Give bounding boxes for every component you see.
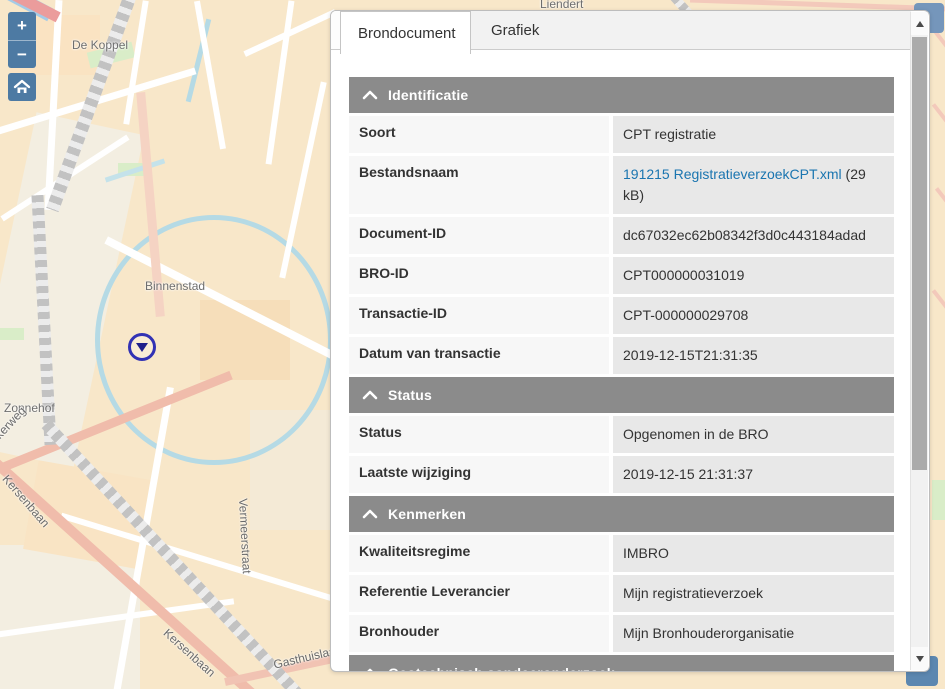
row-label: Status — [349, 416, 609, 453]
row-value: Mijn registratieverzoek — [613, 575, 894, 612]
table-row: Kwaliteitsregime IMBRO — [349, 535, 894, 572]
scroll-down-button[interactable] — [911, 647, 928, 670]
file-download-link[interactable]: 191215 RegistratieverzoekCPT.xml — [623, 166, 842, 182]
table-row: Laatste wijziging 2019-12-15 21:31:37 — [349, 456, 894, 493]
row-value: CPT-000000029708 — [613, 297, 894, 334]
row-label: Transactie-ID — [349, 297, 609, 334]
section-title: Status — [388, 387, 432, 403]
table-row: Bronhouder Mijn Bronhouderorganisatie — [349, 615, 894, 652]
row-value: IMBRO — [613, 535, 894, 572]
map-label-binnenstad: Binnenstad — [145, 279, 205, 293]
row-value: 2019-12-15T21:31:35 — [613, 337, 894, 374]
zoom-in-button[interactable]: + — [8, 12, 36, 40]
row-label: Document-ID — [349, 217, 609, 254]
chevron-up-icon — [362, 668, 378, 672]
map-park — [0, 328, 24, 340]
table-row: Document-ID dc67032ec62b08342f3d0c443184… — [349, 217, 894, 254]
row-value: Opgenomen in de BRO — [613, 416, 894, 453]
tab-strip: Brondocument Grafiek — [331, 11, 911, 50]
zoom-control: + − — [8, 12, 36, 68]
table-row: Referentie Leverancier Mijn registratiev… — [349, 575, 894, 612]
map-label-de-koppel: De Koppel — [72, 38, 128, 52]
table-row: Soort CPT registratie — [349, 116, 894, 153]
chevron-up-icon — [362, 90, 378, 100]
section-title: Identificatie — [388, 87, 468, 103]
section-header-geotechnisch-sondeeronderzoek[interactable]: Geotechnisch sondeeronderzoek — [349, 655, 894, 672]
row-label: Soort — [349, 116, 609, 153]
scroll-up-icon — [916, 21, 924, 27]
section-header-identificatie[interactable]: Identificatie — [349, 77, 894, 113]
scroll-up-button[interactable] — [911, 12, 928, 35]
tab-strip-lead — [331, 11, 340, 49]
row-value: 191215 RegistratieverzoekCPT.xml (29 kB) — [613, 156, 894, 214]
row-label: Kwaliteitsregime — [349, 535, 609, 572]
section-header-kenmerken[interactable]: Kenmerken — [349, 496, 894, 532]
row-value: CPT000000031019 — [613, 257, 894, 294]
map-road-minor — [932, 289, 945, 355]
panel-scrollbar[interactable] — [910, 12, 928, 670]
map-road-minor — [932, 103, 945, 161]
row-label: Referentie Leverancier — [349, 575, 609, 612]
map-road — [266, 0, 295, 164]
section-header-status[interactable]: Status — [349, 377, 894, 413]
map-marker[interactable] — [128, 333, 156, 361]
row-label: Datum van transactie — [349, 337, 609, 374]
zoom-out-button[interactable]: − — [8, 40, 36, 68]
row-value: Mijn Bronhouderorganisatie — [613, 615, 894, 652]
row-value: dc67032ec62b08342f3d0c443184adad — [613, 217, 894, 254]
table-row: Datum van transactie 2019-12-15T21:31:35 — [349, 337, 894, 374]
scrollbar-thumb[interactable] — [912, 37, 927, 470]
home-button[interactable] — [8, 73, 36, 101]
table-row: Status Opgenomen in de BRO — [349, 416, 894, 453]
section-title: Geotechnisch sondeeronderzoek — [388, 665, 615, 672]
tab-grafiek[interactable]: Grafiek — [471, 11, 569, 49]
map-road — [279, 82, 326, 279]
table-row: Transactie-ID CPT-000000029708 — [349, 297, 894, 334]
map-road-minor — [935, 187, 945, 237]
chevron-up-icon — [362, 390, 378, 400]
tab-brondocument[interactable]: Brondocument — [340, 11, 471, 54]
scroll-down-icon — [916, 656, 924, 662]
row-value: 2019-12-15 21:31:37 — [613, 456, 894, 493]
row-label: Laatste wijziging — [349, 456, 609, 493]
map-road-minor — [932, 28, 945, 86]
panel-content: Identificatie Soort CPT registratie Best… — [349, 77, 894, 672]
row-label: Bestandsnaam — [349, 156, 609, 214]
marker-triangle-icon — [136, 343, 148, 352]
table-row: Bestandsnaam 191215 RegistratieverzoekCP… — [349, 156, 894, 214]
detail-panel: Brondocument Grafiek Identificatie Soort… — [330, 10, 930, 672]
row-label: Bronhouder — [349, 615, 609, 652]
section-title: Kenmerken — [388, 506, 466, 522]
chevron-up-icon — [362, 509, 378, 519]
row-value: CPT registratie — [613, 116, 894, 153]
row-label: BRO-ID — [349, 257, 609, 294]
home-icon — [13, 79, 31, 95]
map-park — [932, 480, 945, 520]
table-row: BRO-ID CPT000000031019 — [349, 257, 894, 294]
